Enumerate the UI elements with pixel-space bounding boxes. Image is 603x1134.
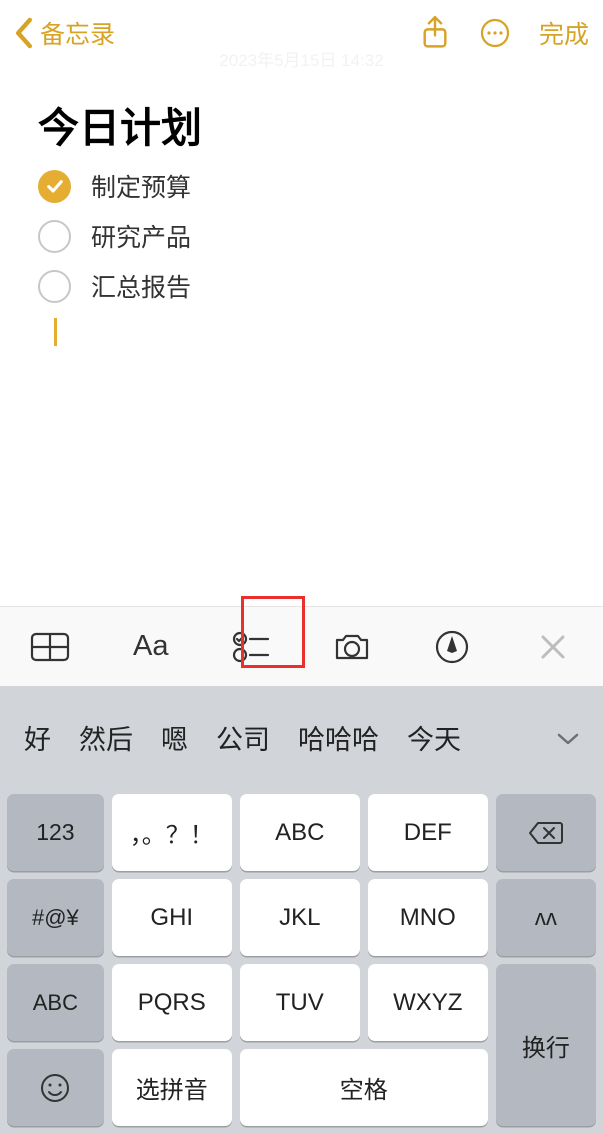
format-toolbar: Aa bbox=[0, 606, 603, 686]
table-button[interactable] bbox=[0, 632, 101, 662]
key-select-pinyin[interactable]: 选拼音 bbox=[112, 1049, 232, 1126]
suggestion[interactable]: 今天 bbox=[393, 718, 475, 757]
camera-icon bbox=[333, 632, 371, 662]
markup-button[interactable] bbox=[402, 630, 503, 664]
checklist-item-text[interactable]: 制定预算 bbox=[91, 168, 191, 204]
key-punct[interactable]: ，。？！ bbox=[112, 794, 232, 871]
camera-button[interactable] bbox=[302, 632, 403, 662]
chevron-left-icon bbox=[14, 17, 34, 49]
key-space[interactable]: 空格 bbox=[240, 1049, 488, 1126]
share-button[interactable] bbox=[419, 17, 451, 49]
ellipsis-circle-icon bbox=[479, 17, 511, 49]
checklist-item[interactable]: 制定预算 bbox=[38, 168, 565, 204]
note-body[interactable]: 今日计划 制定预算 研究产品 汇总报告 bbox=[0, 66, 603, 606]
key-abc[interactable]: ABC bbox=[7, 964, 104, 1041]
back-label: 备忘录 bbox=[40, 15, 115, 51]
checklist-icon bbox=[232, 630, 270, 664]
key-tuv[interactable]: TUV bbox=[240, 964, 360, 1041]
checklist-item[interactable]: 研究产品 bbox=[38, 218, 565, 254]
key-abc2[interactable]: ABC bbox=[240, 794, 360, 871]
text-cursor bbox=[54, 318, 57, 346]
backspace-icon bbox=[528, 820, 564, 846]
chevron-down-icon bbox=[557, 732, 579, 746]
key-def[interactable]: DEF bbox=[368, 794, 488, 871]
key-pqrs[interactable]: PQRS bbox=[112, 964, 232, 1041]
checklist: 制定预算 研究产品 汇总报告 bbox=[38, 168, 565, 346]
keyboard: 好 然后 嗯 公司 哈哈哈 今天 123 #@¥ ABC ，。？！ ABC bbox=[0, 686, 603, 1134]
suggestion[interactable]: 哈哈哈 bbox=[284, 718, 393, 757]
suggestions-expand[interactable] bbox=[543, 722, 593, 753]
back-button[interactable]: 备忘录 bbox=[14, 15, 115, 51]
checklist-item-text[interactable]: 汇总报告 bbox=[91, 268, 191, 304]
key-123[interactable]: 123 bbox=[7, 794, 104, 871]
key-backspace[interactable] bbox=[496, 794, 596, 871]
share-icon bbox=[421, 16, 449, 50]
done-button[interactable]: 完成 bbox=[539, 15, 589, 51]
key-jkl[interactable]: JKL bbox=[240, 879, 360, 956]
key-ghi[interactable]: GHI bbox=[112, 879, 232, 956]
close-keyboard-button[interactable] bbox=[503, 634, 603, 660]
navigation-bar: 备忘录 完成 bbox=[0, 0, 603, 66]
key-symbols[interactable]: #@¥ bbox=[7, 879, 104, 956]
note-title[interactable]: 今日计划 bbox=[38, 94, 565, 154]
suggestion[interactable]: 然后 bbox=[65, 718, 147, 757]
text-format-button[interactable]: Aa bbox=[101, 630, 202, 663]
suggestion[interactable]: 嗯 bbox=[147, 718, 202, 757]
checklist-item-text[interactable]: 研究产品 bbox=[91, 218, 191, 254]
suggestion-bar: 好 然后 嗯 公司 哈哈哈 今天 bbox=[0, 686, 603, 788]
checkbox-unchecked-icon[interactable] bbox=[38, 220, 71, 253]
table-icon bbox=[30, 632, 70, 662]
key-enter[interactable]: 换行 bbox=[496, 964, 596, 1126]
aa-icon: Aa bbox=[133, 630, 168, 663]
markup-pen-icon bbox=[435, 630, 469, 664]
key-emoji[interactable] bbox=[7, 1049, 104, 1126]
checklist-item[interactable]: 汇总报告 bbox=[38, 268, 565, 304]
suggestion[interactable]: 好 bbox=[10, 718, 65, 757]
checklist-button[interactable] bbox=[201, 630, 302, 664]
key-reinput[interactable]: ᴧᴧ bbox=[496, 879, 596, 956]
checkbox-unchecked-icon[interactable] bbox=[38, 270, 71, 303]
smile-icon bbox=[39, 1072, 71, 1104]
checkbox-checked-icon[interactable] bbox=[38, 170, 71, 203]
suggestion[interactable]: 公司 bbox=[202, 718, 284, 757]
key-wxyz[interactable]: WXYZ bbox=[368, 964, 488, 1041]
x-icon bbox=[540, 634, 566, 660]
key-mno[interactable]: MNO bbox=[368, 879, 488, 956]
more-button[interactable] bbox=[479, 17, 511, 49]
